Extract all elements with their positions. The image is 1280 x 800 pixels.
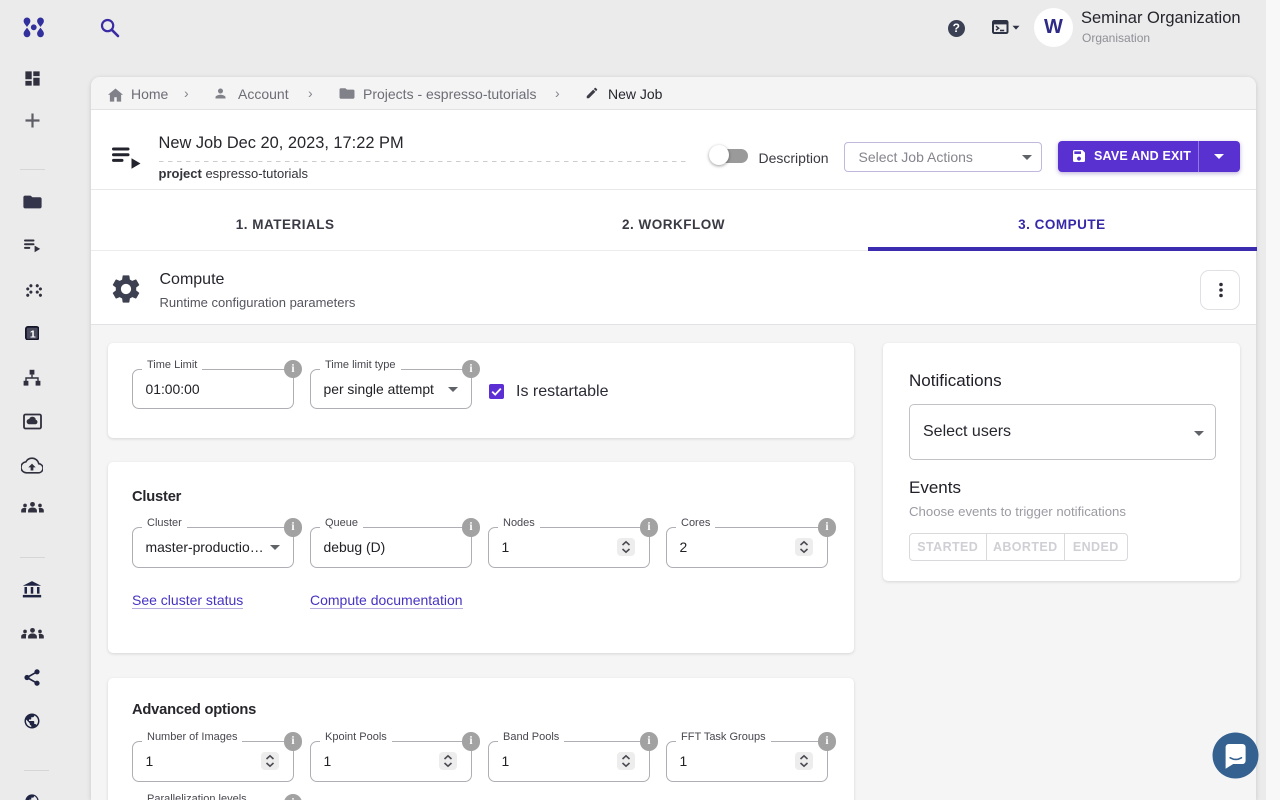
svg-text:1: 1: [29, 328, 35, 340]
